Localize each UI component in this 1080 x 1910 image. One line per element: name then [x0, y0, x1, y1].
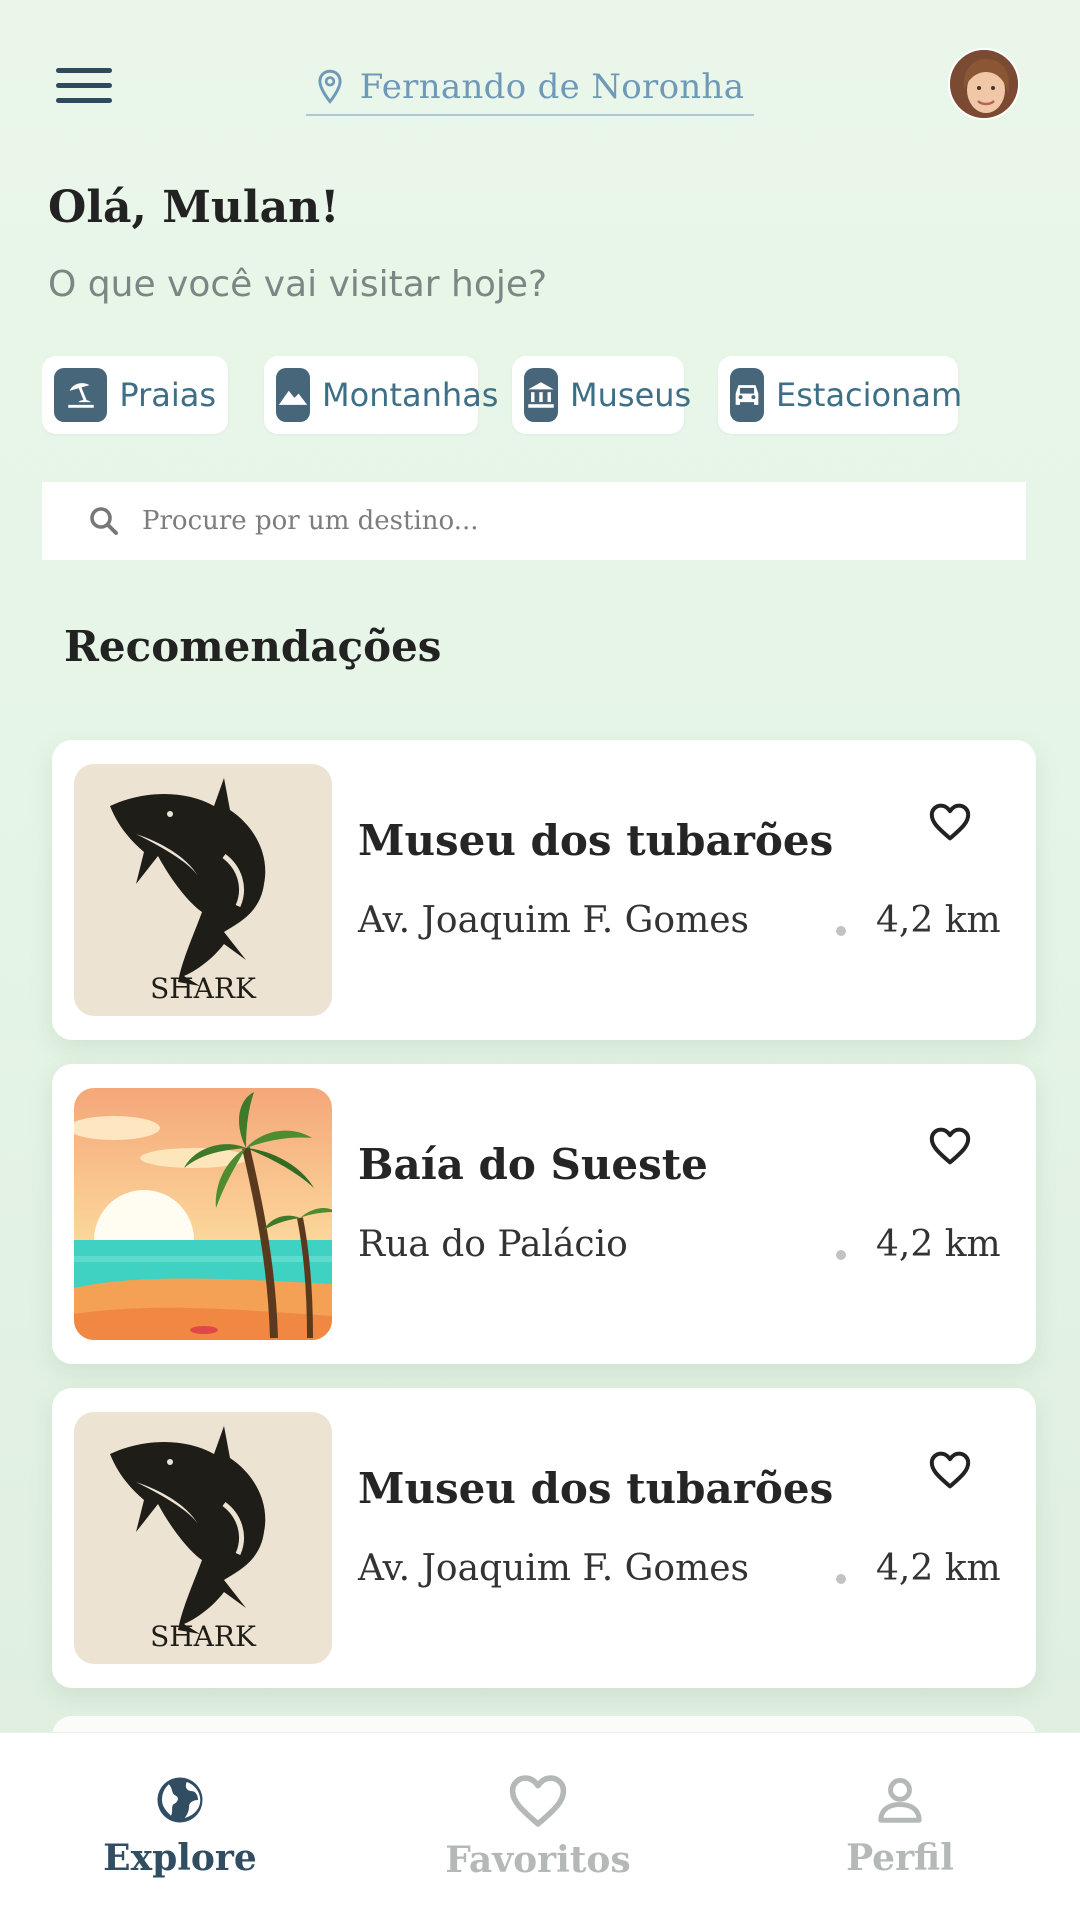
chip-label: Praias [119, 376, 216, 414]
tab-label: Favoritos [445, 1839, 631, 1881]
category-chip-museus[interactable]: Museus [512, 356, 691, 434]
category-chip-montanhas[interactable]: Montanhas [264, 356, 498, 434]
location-selector[interactable]: Fernando de Noronha [306, 60, 754, 116]
recommendation-card[interactable]: SHARK Museu dos tubarões Av. Joaquim F. … [52, 740, 1036, 1040]
search-input[interactable] [142, 506, 1026, 536]
card-title: Museu dos tubarões [358, 816, 834, 865]
chip-label: Museus [570, 376, 692, 414]
car-icon [730, 368, 764, 422]
heart-icon[interactable] [928, 1450, 972, 1490]
beach-sunset-illustration [74, 1088, 332, 1340]
shark-illustration: SHARK [74, 1412, 332, 1664]
chip-label: Montanhas [322, 376, 499, 414]
card-distance: 4,2 km [876, 1548, 1001, 1589]
search-icon [90, 507, 118, 535]
search-bar [42, 482, 1026, 560]
location-pin-icon [318, 69, 342, 104]
greeting-subtitle: O que você vai visitar hoje? [48, 264, 548, 305]
card-title: Baía do Sueste [358, 1140, 708, 1189]
separator-dot [836, 926, 846, 936]
avatar-photo [950, 50, 1018, 118]
globe-icon [157, 1777, 203, 1823]
museum-icon [524, 368, 558, 422]
separator-dot [836, 1574, 846, 1584]
card-address: Rua do Palácio [358, 1224, 628, 1265]
image-caption: SHARK [150, 972, 257, 1005]
recommendation-card[interactable]: Baía do Sueste Rua do Palácio 4,2 km [52, 1064, 1036, 1364]
separator-dot [836, 1250, 846, 1260]
location-label: Fernando de Noronha [359, 67, 745, 107]
shark-illustration: SHARK [74, 764, 332, 1016]
category-chips: Praias Montanhas Museus Estacionam [42, 356, 1080, 436]
category-chip-praias[interactable]: Praias [42, 356, 228, 434]
card-distance: 4,2 km [876, 900, 1001, 941]
tab-label: Explore [103, 1837, 257, 1879]
tab-profile[interactable]: Perfil [780, 1733, 1020, 1910]
heart-icon [509, 1775, 567, 1827]
chip-label: Estacionam [776, 376, 963, 414]
beach-umbrella-icon [54, 368, 108, 422]
heart-icon[interactable] [928, 1126, 972, 1166]
recommendation-card[interactable]: SHARK Museu dos tubarões Av. Joaquim F. … [52, 1388, 1036, 1688]
card-distance: 4,2 km [876, 1224, 1001, 1265]
top-bar: Fernando de Noronha [0, 0, 1080, 170]
card-title: Museu dos tubarões [358, 1464, 834, 1513]
card-address: Av. Joaquim F. Gomes [358, 900, 749, 941]
image-caption: SHARK [150, 1620, 257, 1653]
mountain-icon [276, 368, 310, 422]
heart-icon[interactable] [928, 802, 972, 842]
card-address: Av. Joaquim F. Gomes [358, 1548, 749, 1589]
tab-explore[interactable]: Explore [60, 1733, 300, 1910]
avatar[interactable] [948, 48, 1020, 120]
tab-label: Perfil [846, 1837, 954, 1879]
category-chip-estacionamento[interactable]: Estacionam [718, 356, 962, 434]
person-icon [878, 1777, 922, 1823]
menu-icon[interactable] [56, 68, 112, 104]
greeting-title: Olá, Mulan! [48, 182, 340, 233]
bottom-tab-bar: Explore Favoritos Perfil [0, 1732, 1080, 1910]
recommendations-title: Recomendações [64, 622, 442, 671]
tab-favorites[interactable]: Favoritos [418, 1733, 658, 1910]
